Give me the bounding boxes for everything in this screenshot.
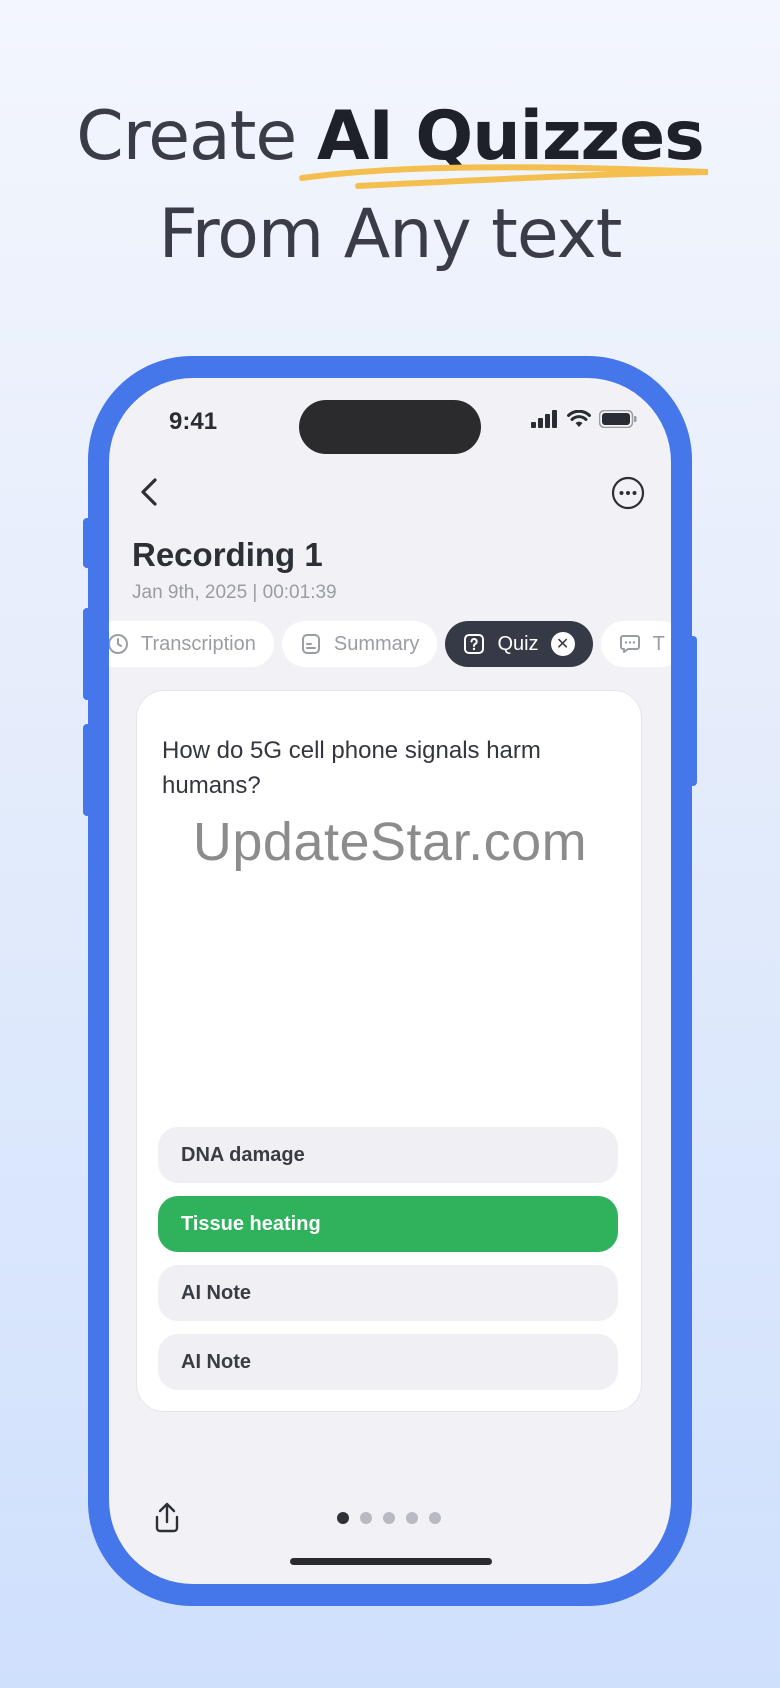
tab-quiz-label: Quiz	[497, 632, 539, 655]
close-icon[interactable]: ✕	[550, 632, 575, 656]
tab-bar: Transcription Summary Quiz ✕ T	[109, 621, 671, 669]
battery-icon	[599, 410, 637, 428]
tab-transcription[interactable]: Transcription	[109, 621, 274, 667]
phone-power-button	[687, 636, 697, 786]
quiz-icon	[464, 634, 485, 654]
recording-meta: Jan 9th, 2025 | 00:01:39	[132, 582, 337, 603]
tab-quiz[interactable]: Quiz ✕	[445, 621, 593, 667]
quiz-question: How do 5G cell phone signals harm humans…	[162, 737, 541, 799]
wifi-icon	[567, 410, 591, 427]
quiz-option[interactable]: DNA damage	[158, 1127, 618, 1183]
phone-volume-up	[83, 608, 93, 700]
page-dot-active[interactable]	[337, 1512, 349, 1524]
quiz-option-correct[interactable]: Tissue heating	[158, 1196, 618, 1252]
status-time: 9:41	[169, 408, 218, 435]
phone-screen: 9:41 Recording 1 Jan 9th, 2025 | 00:01:3…	[109, 378, 671, 1584]
page-dot[interactable]	[360, 1512, 372, 1524]
quiz-option[interactable]: AI Note	[158, 1334, 618, 1390]
signal-icon	[531, 410, 557, 428]
tab-summary-label: Summary	[333, 632, 420, 655]
quiz-options: DNA damage Tissue heating AI Note AI Not…	[158, 1127, 618, 1403]
phone-frame: 9:41 Recording 1 Jan 9th, 2025 | 00:01:3…	[83, 356, 697, 1606]
page-dot[interactable]	[406, 1512, 418, 1524]
page-dot[interactable]	[383, 1512, 395, 1524]
watermark-text: UpdateStar.com	[192, 812, 588, 872]
chat-icon	[619, 635, 640, 653]
tab-transcription-label: Transcription	[141, 632, 256, 655]
quiz-option[interactable]: AI Note	[158, 1265, 618, 1321]
back-icon[interactable]	[135, 472, 165, 512]
more-options-icon[interactable]	[611, 476, 645, 510]
pagination-dots	[337, 1512, 441, 1524]
dynamic-island	[299, 400, 481, 454]
headline-prefix: Create	[76, 97, 317, 176]
tab-chat-label: T	[652, 632, 665, 655]
headline-line-2: From Any text	[158, 195, 623, 274]
status-icons	[531, 410, 637, 428]
document-icon	[301, 634, 320, 654]
share-icon[interactable]	[149, 1500, 185, 1536]
page-dot[interactable]	[429, 1512, 441, 1524]
phone-side-button	[83, 518, 93, 568]
quiz-card: How do 5G cell phone signals harm humans…	[136, 690, 642, 1412]
tab-chat[interactable]: T	[600, 621, 671, 667]
highlight-underline-icon	[299, 164, 709, 189]
home-indicator[interactable]	[290, 1558, 492, 1565]
clock-icon	[109, 634, 128, 654]
tab-summary[interactable]: Summary	[281, 621, 438, 667]
recording-title: Recording 1	[132, 536, 323, 573]
phone-volume-down	[83, 724, 93, 816]
